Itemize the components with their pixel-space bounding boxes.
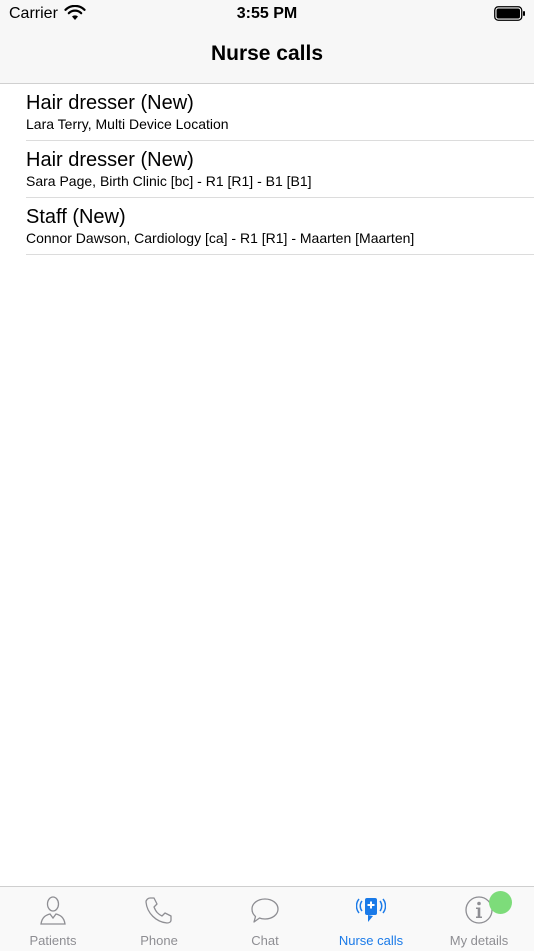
navigation-bar: Nurse calls <box>0 30 534 84</box>
tab-nurse-calls[interactable]: Nurse calls <box>318 887 424 951</box>
notification-dot <box>489 891 512 914</box>
tab-label: Patients <box>29 933 77 948</box>
nurse-call-item[interactable]: Hair dresser (New) Sara Page, Birth Clin… <box>26 141 534 198</box>
person-icon <box>40 896 66 925</box>
page-title: Nurse calls <box>210 42 324 65</box>
status-bar: Carrier 3:55 PM <box>0 0 534 30</box>
tab-phone[interactable]: Phone <box>106 887 212 951</box>
nurse-call-subtitle: Connor Dawson, Cardiology [ca] - R1 [R1]… <box>26 230 415 246</box>
phone-icon <box>145 897 172 924</box>
tab-label: Nurse calls <box>338 933 404 948</box>
nurse-calls-list: Hair dresser (New) Lara Terry, Multi Dev… <box>0 84 534 255</box>
status-time: 3:55 PM <box>236 5 298 22</box>
nurse-call-title: Hair dresser (New) <box>26 149 194 171</box>
nurse-call-title: Staff (New) <box>26 206 126 228</box>
nurse-call-subtitle: Sara Page, Birth Clinic [bc] - R1 [R1] -… <box>26 173 312 189</box>
tab-bar: Patients Phone Chat Nurse calls My detai… <box>0 886 534 951</box>
tab-label: Phone <box>140 933 178 948</box>
tab-label: Chat <box>251 933 279 948</box>
nurse-call-item[interactable]: Hair dresser (New) Lara Terry, Multi Dev… <box>26 84 534 141</box>
battery-icon <box>494 6 525 21</box>
tab-patients[interactable]: Patients <box>0 887 106 951</box>
tab-label: My details <box>449 933 509 948</box>
nurse-call-item[interactable]: Staff (New) Connor Dawson, Cardiology [c… <box>26 198 534 255</box>
tab-chat[interactable]: Chat <box>212 887 318 951</box>
chat-bubble-icon <box>251 898 279 923</box>
nurse-call-subtitle: Lara Terry, Multi Device Location <box>26 116 229 132</box>
nurse-call-icon <box>356 898 386 922</box>
tab-my-details[interactable]: My details <box>426 887 532 951</box>
nurse-call-title: Hair dresser (New) <box>26 92 194 114</box>
